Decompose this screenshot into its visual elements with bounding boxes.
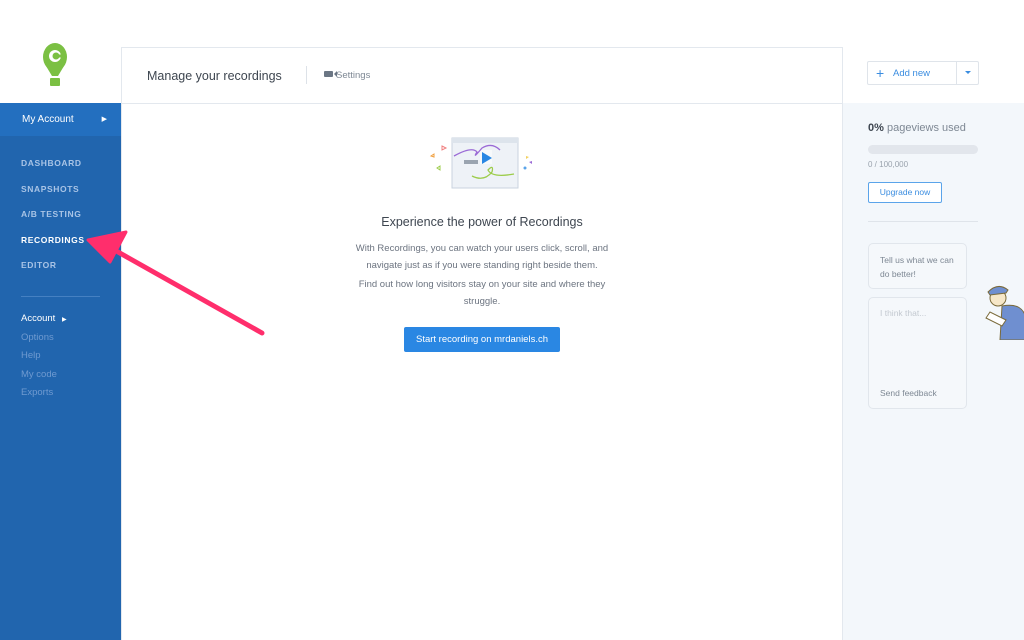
page-title: Manage your recordings (147, 69, 282, 83)
divider (306, 66, 307, 84)
pageviews-count: 0 / 100,000 (868, 160, 909, 169)
caret-right-icon: ▶ (61, 316, 67, 323)
plus-icon: + (876, 65, 885, 81)
caret-right-icon: ▶ (101, 116, 107, 123)
divider (868, 221, 978, 222)
nav-ab-testing[interactable]: A/B TESTING (0, 205, 121, 231)
pageviews-used: 0% pageviews used (868, 122, 966, 134)
add-new-dropdown-toggle[interactable] (956, 62, 978, 84)
pageviews-label: pageviews used (886, 122, 966, 134)
logo-balloon-icon[interactable] (40, 42, 70, 88)
feedback-box: Send feedback (868, 297, 967, 409)
add-new-label: Add new (893, 68, 930, 79)
empty-state-title: Experience the power of Recordings (381, 215, 583, 229)
video-camera-icon (324, 71, 337, 77)
pageviews-progress-bar (868, 145, 978, 154)
nav-recordings[interactable]: RECORDINGS (0, 231, 121, 257)
nav-dashboard[interactable]: DASHBOARD (0, 154, 121, 180)
sidebar: My Account ▶ DASHBOARD SNAPSHOTS A/B TEST… (0, 103, 121, 640)
account-label: Account (21, 312, 56, 324)
my-account-menu[interactable]: My Account ▶ (0, 103, 121, 136)
nav-editor[interactable]: EDITOR (0, 256, 121, 282)
nav-snapshots[interactable]: SNAPSHOTS (0, 180, 121, 206)
feedback-prompt-bubble: Tell us what we can do better! (868, 243, 967, 289)
recordings-illustration-icon (429, 137, 532, 189)
feedback-input[interactable] (869, 298, 966, 373)
pageviews-percent: 0% (868, 122, 884, 134)
account-menu[interactable]: Account ▶ (21, 313, 121, 332)
link-exports[interactable]: Exports (21, 387, 121, 406)
my-account-label: My Account (22, 114, 74, 125)
page-header: Manage your recordings Settings (122, 48, 842, 104)
send-feedback-button[interactable]: Send feedback (880, 388, 937, 398)
link-my-code[interactable]: My code (21, 369, 121, 388)
main-panel: Manage your recordings Settings Experien… (121, 47, 843, 640)
upgrade-now-button[interactable]: Upgrade now (868, 182, 942, 203)
settings-label: Settings (336, 70, 371, 81)
empty-state-description: With Recordings, you can watch your user… (355, 243, 609, 271)
settings-link[interactable]: Settings (324, 70, 370, 81)
link-help[interactable]: Help (21, 350, 121, 369)
link-options[interactable]: Options (21, 332, 121, 351)
add-new-button[interactable]: + Add new (867, 61, 979, 85)
start-recording-button[interactable]: Start recording on mrdaniels.ch (403, 327, 560, 352)
empty-state: Experience the power of Recordings With … (122, 136, 842, 352)
mascot-icon (985, 286, 1024, 340)
empty-state-description-2: Find out how long visitors stay on your … (358, 279, 606, 307)
